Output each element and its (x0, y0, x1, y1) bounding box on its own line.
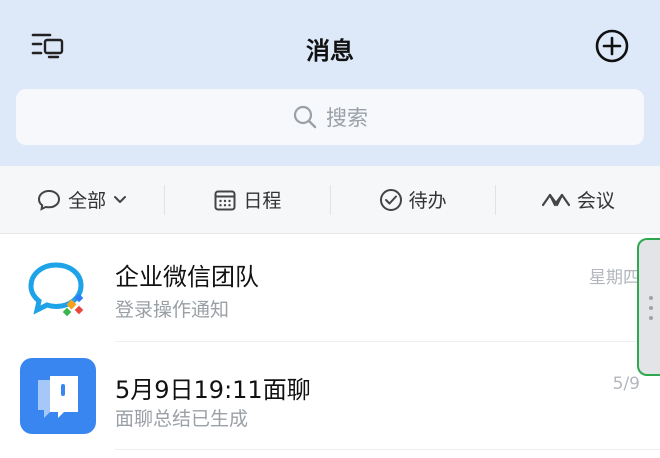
meeting-icon (541, 193, 570, 206)
message-title: 企业微信团队 (115, 263, 259, 291)
search-icon (293, 105, 317, 129)
chat-bubble-icon (38, 189, 61, 211)
page-title: 消息 (306, 37, 354, 65)
filter-bar: 全部 日程 待办 会议 (0, 166, 660, 234)
message-subtitle: 登录操作通知 (115, 299, 230, 321)
list-item[interactable]: 企业微信团队 登录操作通知 星期四 (0, 235, 640, 342)
filter-todo[interactable]: 待办 (331, 182, 495, 218)
message-time: 5/9 (612, 374, 640, 394)
message-subtitle: 面聊总结已生成 (115, 408, 249, 430)
filter-meeting-label: 会议 (576, 190, 615, 212)
filter-all-label: 全部 (68, 190, 107, 212)
calendar-icon (214, 190, 236, 210)
message-title: 5月9日19:11面聊 (115, 376, 311, 404)
filter-schedule[interactable]: 日程 (165, 182, 329, 218)
filter-all[interactable]: 全部 (0, 182, 164, 218)
plus-circle-icon[interactable] (594, 28, 630, 64)
wecom-logo-icon (20, 253, 96, 329)
check-circle-icon (379, 188, 402, 211)
header: 消息 搜索 (0, 0, 660, 166)
filter-todo-label: 待办 (408, 190, 447, 212)
filter-schedule-label: 日程 (243, 190, 282, 212)
message-time: 星期四 (589, 268, 640, 288)
drag-dots-icon (649, 296, 653, 326)
filter-meeting[interactable]: 会议 (496, 182, 660, 218)
interview-app-icon (20, 358, 96, 434)
search-input[interactable]: 搜索 (16, 89, 644, 145)
divider (115, 449, 660, 450)
chevron-down-icon (114, 195, 127, 203)
search-placeholder: 搜索 (326, 106, 368, 130)
side-drag-handle[interactable] (637, 238, 660, 376)
list-item[interactable]: 5月9日19:11面聊 面聊总结已生成 5/9 (0, 342, 640, 449)
